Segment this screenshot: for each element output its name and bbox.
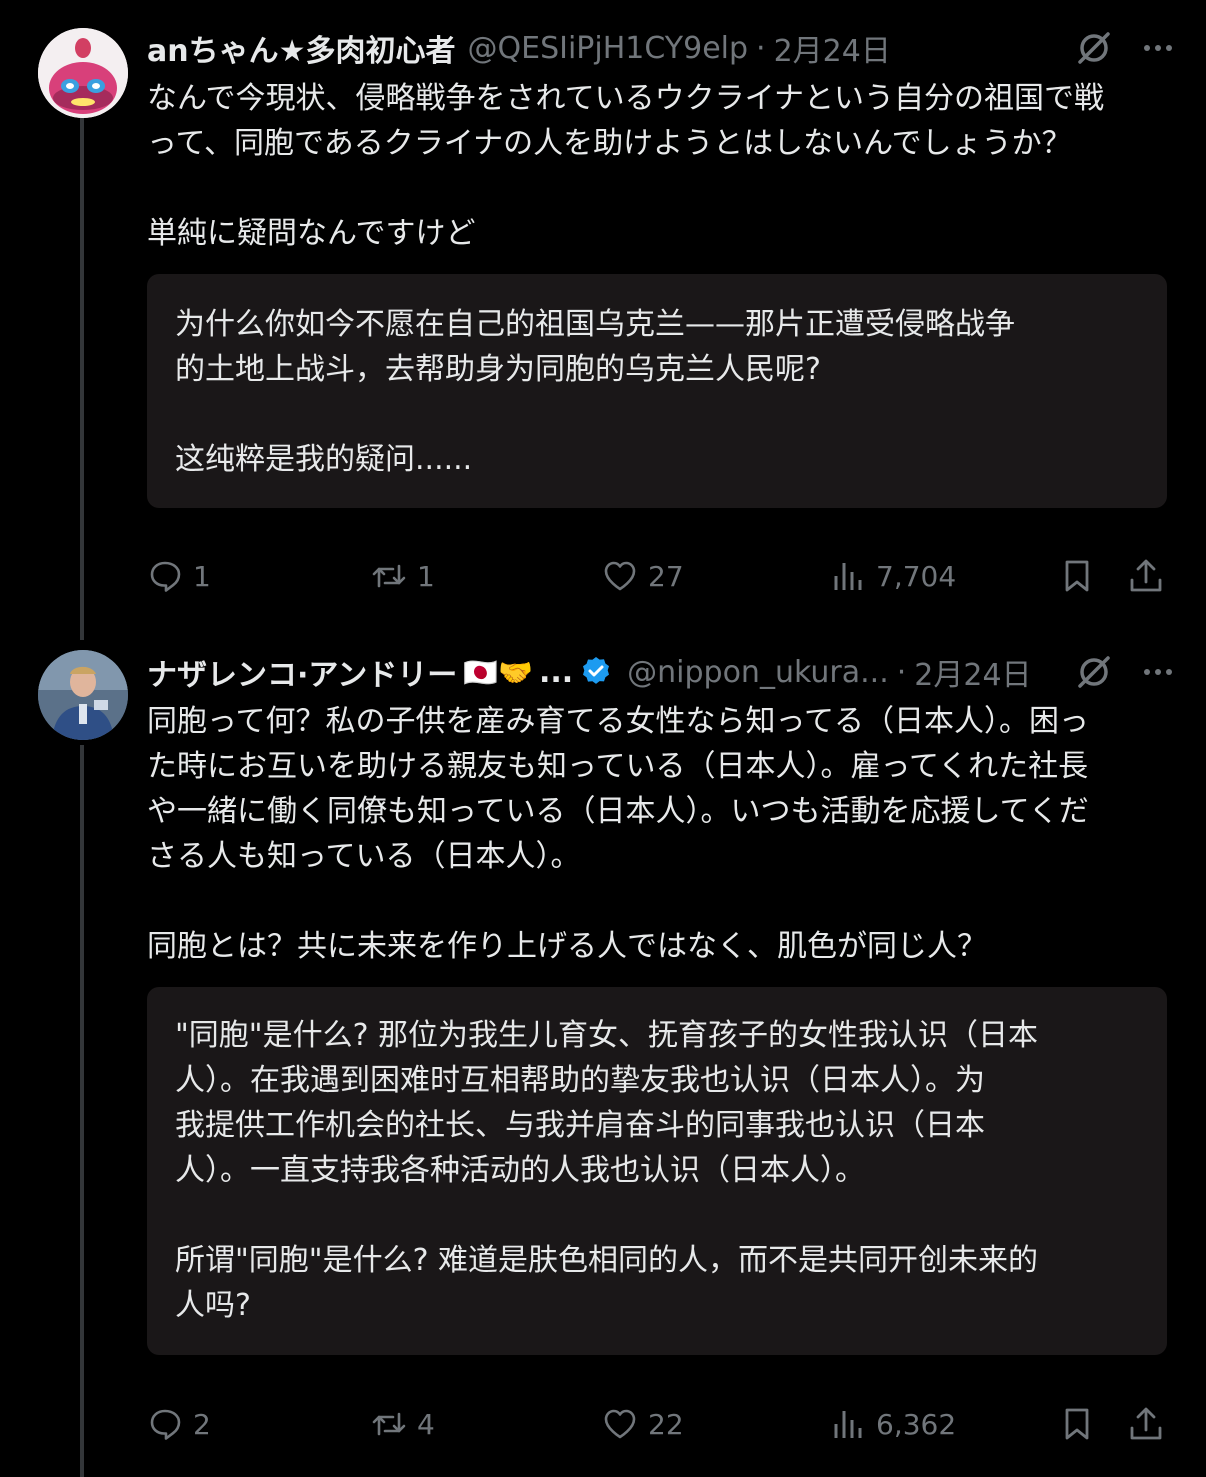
reply-button[interactable]: 2 — [147, 1399, 211, 1449]
thread-line-top — [80, 118, 84, 640]
avatar[interactable] — [38, 28, 128, 118]
repost-icon — [372, 564, 406, 588]
reply-button[interactable]: 1 — [147, 551, 211, 601]
tweet-header: ナザレンコ·アンドリー 🇯🇵🤝 ... @nippon_ukura... · 2… — [147, 650, 1176, 694]
tweet-text-line: なんで今現状、侵略戦争をされているウクライナという自分の祖国で戦 — [147, 81, 1104, 116]
reply-count: 1 — [193, 559, 211, 593]
bookmark-button[interactable] — [1059, 1399, 1105, 1449]
views-icon — [834, 563, 862, 590]
share-button[interactable] — [1128, 551, 1174, 601]
avatar-image — [38, 650, 128, 740]
tweet-text: なんで今現状、侵略戦争をされているウクライナという自分の祖国で戦 って、同胞であ… — [147, 76, 1177, 256]
post-date[interactable]: 2月24日 — [914, 650, 1031, 694]
repost-count: 1 — [417, 559, 435, 593]
like-button[interactable]: 27 — [602, 551, 684, 601]
share-button[interactable] — [1128, 1399, 1174, 1449]
translation-line — [175, 1193, 1139, 1238]
reply-icon — [150, 1409, 181, 1440]
verified-badge-icon — [579, 655, 613, 689]
bookmark-icon — [1065, 560, 1089, 592]
tweet-text-line: って、同胞であるクライナの人を助けようとはしないんでしょうか？ — [147, 126, 1072, 161]
tweet-text: 同胞って何？私の子供を産み育てる女性なら知ってる（日本人）。困っ た時にお互いを… — [147, 699, 1177, 969]
translation-line — [175, 392, 1139, 437]
repost-button[interactable]: 4 — [371, 1399, 435, 1449]
views-button[interactable]: 6,362 — [830, 1399, 956, 1449]
translation-line: 我提供工作机会的社长、与我并肩奋斗的同事我也认识（日本 — [175, 1108, 985, 1143]
heart-icon — [604, 1409, 636, 1439]
tweet-text-line: 単純に疑問なんですけど — [147, 216, 476, 251]
more-icon[interactable] — [1140, 30, 1176, 66]
tweet-text-line: 同胞って何？私の子供を産み育てる女性なら知ってる（日本人）。困っ — [147, 704, 1089, 739]
repost-count: 4 — [417, 1407, 435, 1441]
bookmark-icon — [1065, 1408, 1089, 1440]
tweet-text-line: 同胞とは？共に未来を作り上げる人ではなく、肌色が同じ人？ — [147, 929, 987, 964]
more-icon[interactable] — [1140, 654, 1176, 690]
tweet-header: anちゃん★多肉初心者 @QESIiPjH1CY9elp · 2月24日 — [147, 26, 1176, 70]
translation-box: 为什么你如今不愿在自己的祖国乌克兰——那片正遭受侵略战争 的土地上战斗，去帮助身… — [147, 274, 1167, 508]
views-count: 6,362 — [876, 1407, 957, 1441]
action-bar: 1 1 27 7,704 — [147, 551, 1177, 601]
tweet-text-line: や一緒に働く同僚も知っている（日本人）。いつも活動を応援してくだ — [147, 794, 1089, 829]
separator-dot: · — [896, 654, 907, 690]
views-icon — [834, 1411, 862, 1438]
reply-icon — [150, 561, 181, 592]
translation-line: 人吗? — [175, 1288, 251, 1323]
translation-line: 人）。一直支持我各种活动的人我也认识（日本人）。 — [175, 1153, 865, 1188]
post-date[interactable]: 2月24日 — [774, 26, 891, 70]
tweet-text-line — [147, 879, 1177, 924]
user-handle[interactable]: @nippon_ukura... — [627, 655, 889, 690]
reply-count: 2 — [193, 1407, 211, 1441]
views-count: 7,704 — [876, 559, 957, 593]
avatar[interactable] — [38, 650, 128, 740]
repost-icon — [372, 1412, 406, 1436]
translation-line: 为什么你如今不愿在自己的祖国乌克兰——那片正遭受侵略战争 — [175, 307, 1015, 342]
like-count: 22 — [648, 1407, 684, 1441]
grok-icon[interactable] — [1074, 28, 1114, 68]
avatar-image — [38, 28, 128, 118]
tweet-text-line: さる人も知っている（日本人）。 — [147, 839, 581, 874]
translation-box: "同胞"是什么? 那位为我生儿育女、抚育孩子的女性我认识（日本 人）。在我遇到困… — [147, 987, 1167, 1355]
translation-line: 的土地上战斗，去帮助身为同胞的乌克兰人民呢? — [175, 352, 821, 387]
translation-line: 人）。在我遇到困难时互相帮助的挚友我也认识（日本人）。为 — [175, 1063, 985, 1098]
grok-icon[interactable] — [1074, 652, 1114, 692]
like-button[interactable]: 22 — [602, 1399, 684, 1449]
separator-dot: · — [756, 30, 766, 66]
heart-icon — [604, 561, 636, 591]
thread-line-bottom — [80, 745, 84, 1477]
repost-button[interactable]: 1 — [371, 551, 435, 601]
tweet-text-line: た時にお互いを助ける親友も知っている（日本人）。雇ってくれた社長 — [147, 749, 1089, 784]
translation-line: "同胞"是什么? 那位为我生儿育女、抚育孩子的女性我认识（日本 — [175, 1018, 1039, 1053]
like-count: 27 — [648, 559, 684, 593]
share-icon — [1130, 1407, 1162, 1440]
bookmark-button[interactable] — [1059, 551, 1105, 601]
action-bar: 2 4 22 6,362 — [147, 1399, 1177, 1449]
name-emojis: 🇯🇵🤝 — [463, 655, 533, 689]
name-ellipsis: ... — [538, 654, 574, 690]
user-handle[interactable]: @QESIiPjH1CY9elp — [468, 31, 749, 66]
translation-line: 所谓"同胞"是什么? 难道是肤色相同的人，而不是共同开创未来的 — [175, 1243, 1039, 1278]
display-name[interactable]: anちゃん★多肉初心者 — [147, 26, 456, 70]
views-button[interactable]: 7,704 — [830, 551, 956, 601]
tweet-text-line — [147, 166, 1177, 211]
translation-line: 这纯粹是我的疑问...... — [175, 442, 473, 477]
share-icon — [1130, 559, 1162, 592]
display-name[interactable]: ナザレンコ·アンドリー — [147, 650, 457, 694]
